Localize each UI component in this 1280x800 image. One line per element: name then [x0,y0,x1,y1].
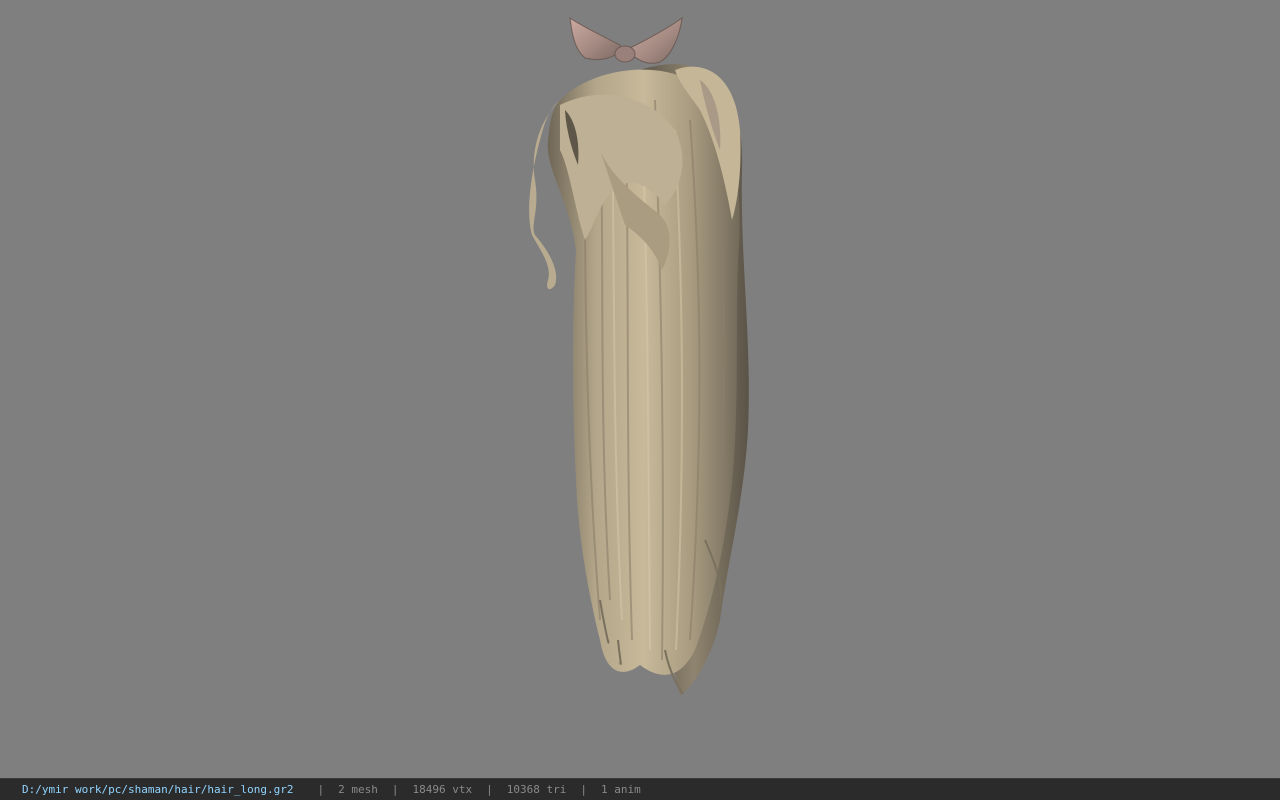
anim-count: 1 anim [601,783,641,796]
3d-viewport[interactable] [0,0,1280,778]
file-path: D:/ymir work/pc/shaman/hair/hair_long.gr… [22,783,294,796]
status-separator: | [391,783,399,796]
status-separator: | [580,783,587,796]
triangle-count: 10368 tri [506,783,567,796]
vertex-count: 18496 vtx [412,783,473,796]
status-separator: | [317,783,325,796]
status-bar: D:/ymir work/pc/shaman/hair/hair_long.gr… [0,778,1280,800]
hair-bow-ornament [569,16,683,64]
hair-model[interactable] [0,0,1280,778]
status-separator: | [486,783,493,796]
mesh-count: 2 mesh [338,783,378,796]
